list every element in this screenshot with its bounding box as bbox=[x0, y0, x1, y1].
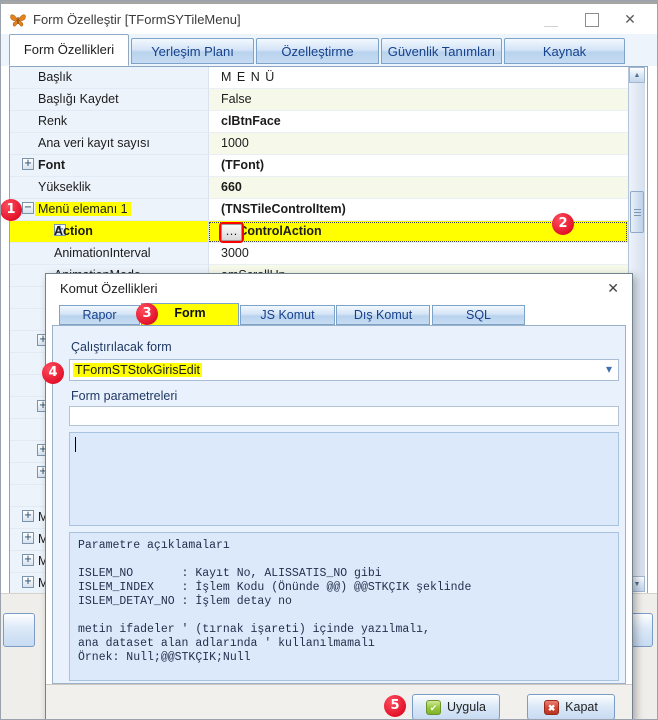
annotation-badge-5: 5 bbox=[384, 695, 406, 717]
expand-icon[interactable]: + bbox=[22, 158, 34, 170]
dialog-title: Komut Özellikleri bbox=[60, 281, 158, 296]
prop-name: Başlığı Kaydet bbox=[38, 92, 119, 106]
dtab-js-komut[interactable]: JS Komut bbox=[240, 305, 335, 325]
param-help-text: Parametre açıklamaları ISLEM_NO : Kayıt … bbox=[78, 539, 471, 665]
prop-name: Font bbox=[38, 158, 65, 172]
apply-button[interactable]: ✔ Uygula bbox=[412, 694, 500, 720]
annotation-badge-4: 4 bbox=[42, 362, 64, 384]
prop-name: Başlık bbox=[38, 70, 72, 84]
table-row[interactable]: + Font (TFont) bbox=[10, 155, 628, 177]
expand-icon[interactable]: + bbox=[22, 532, 34, 544]
prop-value: 1000 bbox=[221, 136, 249, 150]
script-textarea[interactable] bbox=[69, 432, 619, 526]
tab-guvenlik-tanimlari[interactable]: Güvenlik Tanımları bbox=[381, 38, 502, 64]
expand-icon[interactable]: + bbox=[22, 554, 34, 566]
table-row-action[interactable]: + Action NSControlAction … bbox=[10, 221, 628, 243]
prop-name: Renk bbox=[38, 114, 67, 128]
collapse-icon[interactable]: − bbox=[22, 202, 34, 214]
minimize-icon[interactable]: — bbox=[543, 17, 559, 33]
dtab-sql[interactable]: SQL bbox=[432, 305, 525, 325]
apply-button-label: Uygula bbox=[447, 700, 486, 714]
dtab-dis-komut[interactable]: Dış Komut bbox=[336, 305, 430, 325]
table-row[interactable]: Başlık M E N Ü bbox=[10, 67, 628, 89]
run-form-value: TFormSTStokGirisEdit bbox=[73, 363, 202, 377]
table-row[interactable]: AnimationInterval 3000 bbox=[10, 243, 628, 265]
form-tab-panel: Çalıştırılacak form TFormSTStokGirisEdit… bbox=[52, 325, 626, 684]
expand-icon[interactable]: + bbox=[22, 576, 34, 588]
prop-value: 3000 bbox=[221, 246, 249, 260]
tab-ozellestirme-gecmisi[interactable]: Özelleştirme Geçmişi bbox=[256, 38, 379, 64]
prop-name: Ana veri kayıt sayısı bbox=[38, 136, 150, 150]
close-button-label: Kapat bbox=[565, 700, 598, 714]
check-icon: ✔ bbox=[426, 700, 441, 715]
table-row[interactable]: Ana veri kayıt sayısı 1000 bbox=[10, 133, 628, 155]
partial-button-left[interactable] bbox=[3, 613, 35, 647]
thumb-grip-icon bbox=[634, 209, 641, 217]
annotation-badge-1: 1 bbox=[0, 199, 22, 221]
prop-value: M E N Ü bbox=[221, 70, 275, 84]
annotation-badge-2: 2 bbox=[552, 213, 574, 235]
table-row[interactable]: Başlığı Kaydet False bbox=[10, 89, 628, 111]
prop-value: (TFont) bbox=[221, 158, 264, 172]
komut-ozellikleri-dialog: Komut Özellikleri ✕ Rapor Form JS Komut … bbox=[45, 273, 633, 720]
annotation-badge-3: 3 bbox=[136, 303, 158, 325]
prop-value: clBtnFace bbox=[221, 114, 281, 128]
butterfly-icon bbox=[9, 11, 27, 29]
prop-name: Action bbox=[54, 224, 93, 238]
dialog-footer: ✔ Uygula ✖ Kapat bbox=[46, 684, 632, 720]
x-icon: ✖ bbox=[544, 700, 559, 715]
text-cursor bbox=[75, 437, 76, 452]
close-button[interactable]: ✖ Kapat bbox=[527, 694, 615, 720]
prop-name: AnimationInterval bbox=[54, 246, 151, 260]
form-params-input[interactable] bbox=[69, 406, 619, 426]
tab-kaynak[interactable]: Kaynak bbox=[504, 38, 625, 64]
app-window: Form Özelleştir [TFormSYTileMenu] — ✕ Fo… bbox=[0, 0, 658, 720]
dialog-close-icon[interactable]: ✕ bbox=[607, 280, 619, 297]
window-title: Form Özelleştir [TFormSYTileMenu] bbox=[33, 12, 241, 27]
table-row[interactable]: − Menü elemanı 1 (TNSTileControlItem) bbox=[10, 199, 628, 221]
maximize-icon[interactable] bbox=[585, 13, 599, 27]
prop-name: Menü elemanı 1 bbox=[35, 202, 131, 216]
prop-value: (TNSTileControlItem) bbox=[221, 202, 346, 216]
chevron-down-icon[interactable]: ▾ bbox=[606, 362, 612, 376]
table-row[interactable]: Renk clBtnFace bbox=[10, 111, 628, 133]
dtab-rapor[interactable]: Rapor bbox=[59, 305, 140, 325]
title-bar: Form Özelleştir [TFormSYTileMenu] — ✕ bbox=[1, 1, 657, 36]
prop-value: False bbox=[221, 92, 252, 106]
expand-icon[interactable]: + bbox=[22, 510, 34, 522]
tab-form-ozellikleri[interactable]: Form Özellikleri bbox=[9, 34, 129, 66]
close-icon[interactable]: ✕ bbox=[621, 11, 639, 28]
ellipsis-button[interactable]: … bbox=[221, 224, 242, 241]
main-tab-bar: Form Özellikleri Yerleşim Planı Özelleşt… bbox=[1, 34, 657, 66]
scroll-up-icon[interactable]: ▲ bbox=[629, 67, 645, 83]
prop-value: 660 bbox=[221, 180, 242, 194]
table-row[interactable]: Yükseklik 660 bbox=[10, 177, 628, 199]
run-form-combobox[interactable]: TFormSTStokGirisEdit ▾ bbox=[69, 359, 619, 381]
param-help-box: Parametre açıklamaları ISLEM_NO : Kayıt … bbox=[69, 532, 619, 681]
tab-yerlesim-plani[interactable]: Yerleşim Planı bbox=[131, 38, 254, 64]
run-form-label: Çalıştırılacak form bbox=[71, 340, 172, 354]
scrollbar-thumb[interactable] bbox=[630, 191, 644, 233]
prop-name: Yükseklik bbox=[38, 180, 91, 194]
form-params-label: Form parametreleri bbox=[71, 389, 177, 403]
